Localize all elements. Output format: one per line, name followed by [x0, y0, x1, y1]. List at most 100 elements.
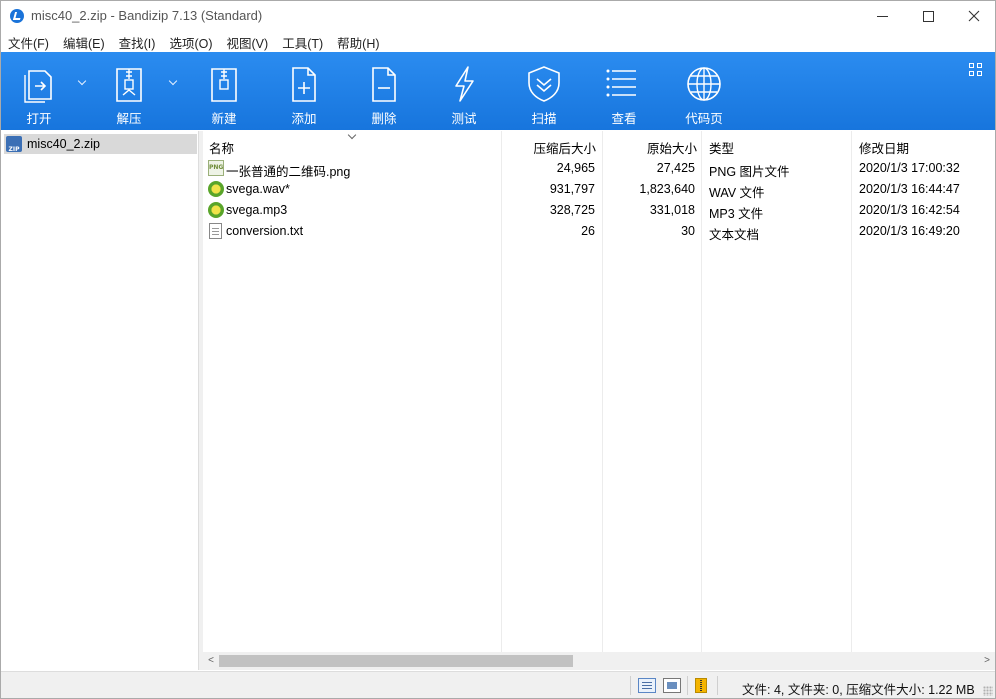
list-header: 名称 压缩后大小 原始大小 类型 修改日期 [203, 131, 995, 158]
delete-file-icon [372, 67, 396, 102]
menu-bar: 文件(F) 编辑(E) 查找(I) 选项(O) 视图(V) 工具(T) 帮助(H… [1, 31, 995, 51]
file-original-size: 331,018 [649, 203, 695, 217]
file-name: 一张普通的二维码.png [226, 165, 351, 179]
new-label: 新建 [211, 112, 237, 126]
file-name: svega.mp3 [226, 203, 288, 217]
column-header-modified[interactable]: 修改日期 [859, 138, 909, 157]
status-bar: 文件: 4, 文件夹: 0, 压缩文件大小: 1.22 MB [1, 671, 995, 698]
delete-button[interactable]: 删除 [349, 52, 419, 130]
shield-scan-icon [528, 66, 560, 102]
file-type: PNG 图片文件 [709, 165, 790, 179]
file-name: svega.wav* [226, 182, 290, 196]
open-button[interactable]: 打开 [4, 52, 74, 130]
window-title: misc40_2.zip - Bandizip 7.13 (Standard) [31, 8, 263, 23]
status-separator [717, 676, 718, 695]
file-original-size: 27,425 [656, 161, 695, 175]
maximize-button[interactable] [905, 1, 951, 31]
file-original-size: 30 [681, 224, 695, 238]
codepage-label: 代码页 [685, 112, 723, 126]
close-icon [968, 10, 980, 22]
extract-dropdown-icon[interactable] [168, 76, 180, 88]
add-label: 添加 [291, 112, 317, 126]
sort-ascending-icon [347, 131, 357, 140]
minimize-button[interactable] [859, 1, 905, 31]
add-button[interactable]: 添加 [269, 52, 339, 130]
file-list: 名称 压缩后大小 原始大小 类型 修改日期 PNG 一张普通的二维码.png 2… [203, 131, 995, 652]
new-archive-icon [211, 68, 237, 102]
scrollbar-thumb[interactable] [219, 655, 573, 667]
file-row[interactable]: PNG 一张普通的二维码.png 24,965 27,425 PNG 图片文件 … [203, 158, 995, 179]
minimize-icon [876, 15, 888, 17]
status-separator [630, 676, 631, 695]
layout-grid-icon[interactable] [969, 63, 983, 77]
view-label: 查看 [611, 112, 637, 126]
thumbnail-view-icon[interactable] [663, 678, 681, 693]
list-view-icon [606, 69, 636, 97]
audio-file-icon [208, 202, 224, 218]
scroll-left-button[interactable]: < [203, 652, 219, 670]
menu-help[interactable]: 帮助(H) [330, 31, 386, 51]
new-button[interactable]: 新建 [189, 52, 259, 130]
maximize-icon [922, 10, 934, 22]
file-row[interactable]: conversion.txt 26 30 文本文档 2020/1/3 16:49… [203, 221, 995, 242]
tree-item-archive[interactable]: misc40_2.zip [4, 134, 197, 154]
toolbar: 打开 解压 新建 添加 删除 测试 扫描 查看 代码页 [1, 52, 995, 130]
menu-file[interactable]: 文件(F) [1, 31, 56, 51]
file-modified: 2020/1/3 16:44:47 [859, 182, 960, 196]
status-separator [687, 676, 688, 695]
column-header-packed[interactable]: 压缩后大小 [503, 138, 596, 157]
status-text: 文件: 4, 文件夹: 0, 压缩文件大小: 1.22 MB [742, 683, 975, 697]
column-header-type[interactable]: 类型 [709, 138, 734, 157]
file-packed-size: 931,797 [549, 182, 595, 196]
png-file-icon: PNG [208, 160, 224, 176]
file-original-size: 1,823,640 [639, 182, 695, 196]
audio-file-icon [208, 181, 224, 197]
file-modified: 2020/1/3 16:42:54 [859, 203, 960, 217]
title-bar[interactable]: misc40_2.zip - Bandizip 7.13 (Standard) [1, 1, 995, 31]
delete-label: 删除 [371, 112, 397, 126]
open-dropdown-icon[interactable] [77, 76, 89, 88]
file-row[interactable]: svega.mp3 328,725 331,018 MP3 文件 2020/1/… [203, 200, 995, 221]
file-type: WAV 文件 [709, 186, 765, 200]
view-button[interactable]: 查看 [589, 52, 659, 130]
horizontal-scrollbar[interactable]: < > [203, 652, 995, 670]
scroll-right-button[interactable]: > [979, 652, 995, 670]
bandizip-logo-icon [10, 9, 24, 23]
file-packed-size: 26 [581, 224, 595, 238]
open-archive-icon [24, 70, 52, 103]
extract-zipper-icon [116, 68, 142, 102]
file-type: 文本文档 [709, 228, 760, 242]
globe-codepage-icon [687, 67, 721, 101]
lightning-test-icon [455, 66, 474, 102]
menu-options[interactable]: 选项(O) [162, 31, 219, 51]
file-packed-size: 328,725 [549, 203, 595, 217]
file-row[interactable]: svega.wav* 931,797 1,823,640 WAV 文件 2020… [203, 179, 995, 200]
test-label: 测试 [451, 112, 477, 126]
menu-tools[interactable]: 工具(T) [275, 31, 330, 51]
test-button[interactable]: 测试 [429, 52, 499, 130]
menu-view[interactable]: 视图(V) [220, 31, 276, 51]
extract-button[interactable]: 解压 [94, 52, 164, 130]
file-type: MP3 文件 [709, 207, 764, 221]
open-label: 打开 [26, 112, 52, 126]
column-header-size[interactable]: 原始大小 [604, 138, 697, 157]
file-name: conversion.txt [226, 224, 304, 238]
folder-tree: misc40_2.zip [1, 131, 199, 670]
text-file-icon [209, 223, 222, 239]
scan-label: 扫描 [531, 112, 557, 126]
menu-find[interactable]: 查找(I) [112, 31, 163, 51]
bandizip-window: misc40_2.zip - Bandizip 7.13 (Standard) … [0, 0, 996, 699]
file-modified: 2020/1/3 17:00:32 [859, 161, 960, 175]
codepage-button[interactable]: 代码页 [669, 52, 739, 130]
column-header-name[interactable]: 名称 [209, 138, 234, 157]
file-packed-size: 24,965 [556, 161, 595, 175]
close-button[interactable] [951, 1, 996, 31]
archive-info-icon[interactable] [695, 678, 707, 693]
tree-item-label: misc40_2.zip [27, 137, 100, 151]
menu-edit[interactable]: 编辑(E) [56, 31, 112, 51]
resize-grip-icon[interactable] [983, 686, 993, 696]
add-file-icon [292, 67, 316, 102]
scan-button[interactable]: 扫描 [509, 52, 579, 130]
details-view-icon[interactable] [638, 678, 656, 693]
extract-label: 解压 [116, 112, 142, 126]
